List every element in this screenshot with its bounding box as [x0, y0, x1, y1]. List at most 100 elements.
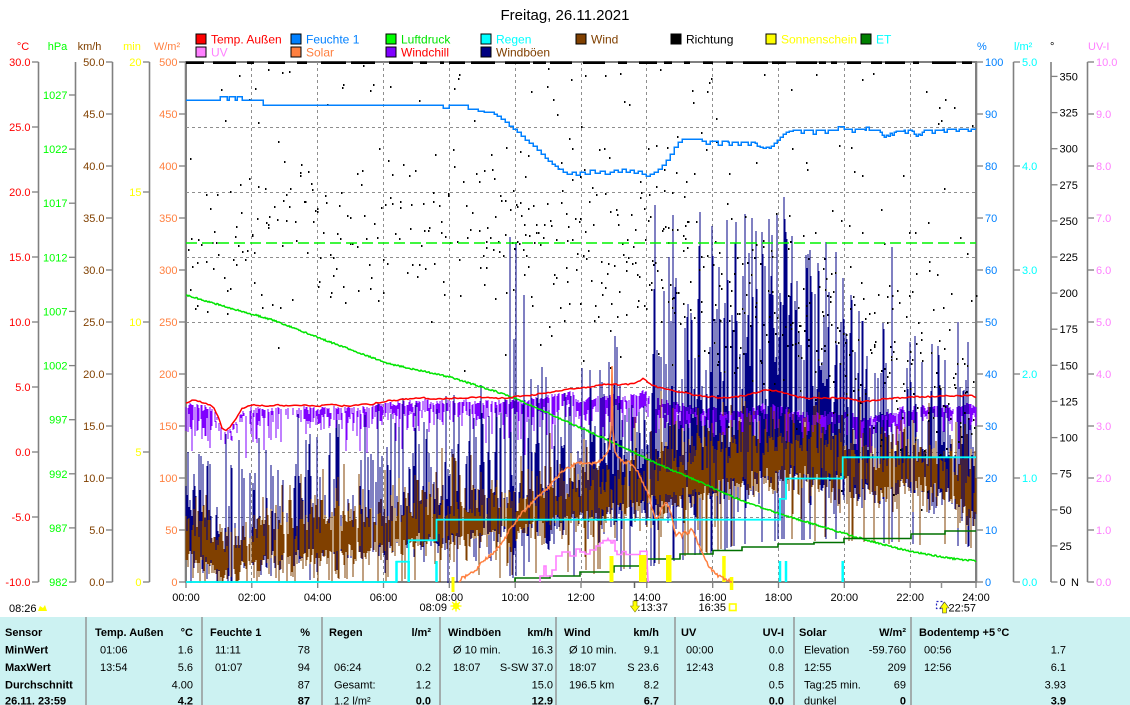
svg-text:1.7: 1.7	[1051, 645, 1066, 657]
svg-text:1.6: 1.6	[178, 645, 193, 657]
svg-text:hPa: hPa	[48, 41, 68, 53]
svg-text:0.0: 0.0	[1096, 577, 1111, 589]
svg-text:Ø 10 min.: Ø 10 min.	[453, 645, 501, 657]
svg-text:W/m²: W/m²	[154, 41, 181, 53]
svg-text:5: 5	[135, 447, 141, 459]
svg-text:200: 200	[159, 369, 177, 381]
svg-text:11:11: 11:11	[215, 645, 241, 657]
svg-text:0.5: 0.5	[769, 680, 784, 692]
svg-text:35.0: 35.0	[83, 213, 104, 225]
svg-text:3.9: 3.9	[1051, 696, 1066, 705]
svg-text:Bodentemp +5: Bodentemp +5	[919, 627, 995, 639]
svg-text:1.0: 1.0	[1022, 473, 1037, 485]
svg-text:22:57: 22:57	[948, 603, 976, 615]
svg-text:992: 992	[49, 469, 67, 481]
svg-text:100: 100	[1060, 433, 1078, 445]
svg-text:4.00: 4.00	[172, 680, 193, 692]
svg-text:25.0: 25.0	[9, 122, 30, 134]
svg-text:50: 50	[165, 525, 177, 537]
svg-text:30.0: 30.0	[83, 265, 104, 277]
svg-text:dunkel: dunkel	[804, 696, 836, 705]
svg-text:Windböen: Windböen	[448, 627, 501, 639]
svg-text:06:24: 06:24	[334, 662, 362, 674]
svg-text:26.11. 23:59: 26.11. 23:59	[5, 696, 66, 705]
svg-text:UV-I: UV-I	[1088, 41, 1109, 53]
svg-text:Gesamt:: Gesamt:	[334, 680, 376, 692]
svg-text:0: 0	[1060, 577, 1066, 589]
svg-text:2.0: 2.0	[1022, 369, 1037, 381]
svg-text:Freitag, 26.11.2021: Freitag, 26.11.2021	[501, 7, 630, 24]
svg-text:20.0: 20.0	[9, 187, 30, 199]
svg-text:1017: 1017	[43, 198, 67, 210]
svg-text:15.0: 15.0	[83, 421, 104, 433]
svg-text:18:07: 18:07	[453, 662, 481, 674]
svg-text:987: 987	[49, 523, 67, 535]
svg-text:3.93: 3.93	[1045, 680, 1066, 692]
svg-text:16.3: 16.3	[532, 645, 553, 657]
svg-text:N: N	[1071, 577, 1079, 589]
svg-text:5.0: 5.0	[1022, 57, 1037, 69]
svg-text:0.0: 0.0	[769, 645, 784, 657]
svg-text:Wind: Wind	[564, 627, 591, 639]
svg-text:ET: ET	[876, 33, 892, 47]
svg-text:1.0: 1.0	[1096, 525, 1111, 537]
svg-text:1012: 1012	[43, 252, 67, 264]
svg-text:78: 78	[298, 645, 310, 657]
svg-text:50.0: 50.0	[83, 57, 104, 69]
svg-text:10: 10	[985, 525, 997, 537]
svg-text:69: 69	[894, 680, 906, 692]
svg-text:5.0: 5.0	[15, 382, 30, 394]
svg-text:%: %	[977, 41, 987, 53]
svg-text:16:35: 16:35	[698, 602, 726, 614]
svg-text:18:07: 18:07	[569, 662, 597, 674]
svg-text:13:54: 13:54	[100, 662, 128, 674]
svg-text:06:00: 06:00	[370, 592, 398, 604]
svg-text:80: 80	[985, 161, 997, 173]
svg-text:5.6: 5.6	[178, 662, 193, 674]
svg-text:10.0: 10.0	[83, 473, 104, 485]
svg-text:4.0: 4.0	[1022, 161, 1037, 173]
svg-text:0: 0	[985, 577, 991, 589]
svg-text:9.0: 9.0	[1096, 109, 1111, 121]
svg-text:0.0: 0.0	[416, 696, 431, 705]
svg-text:02:00: 02:00	[238, 592, 266, 604]
svg-text:km/h: km/h	[78, 41, 102, 53]
svg-text:5.0: 5.0	[1096, 317, 1111, 329]
svg-text:3.0: 3.0	[1096, 421, 1111, 433]
svg-text:0: 0	[900, 696, 906, 705]
svg-text:km/h: km/h	[527, 627, 553, 639]
svg-text:0: 0	[171, 577, 177, 589]
svg-text:30: 30	[985, 421, 997, 433]
svg-text:1002: 1002	[43, 361, 67, 373]
svg-text:350: 350	[1060, 71, 1078, 83]
svg-text:6.0: 6.0	[1096, 265, 1111, 277]
svg-text:Temp. Außen: Temp. Außen	[211, 33, 282, 47]
svg-text:0.0: 0.0	[89, 577, 104, 589]
svg-text:4.0: 4.0	[1096, 369, 1111, 381]
svg-text:3.0: 3.0	[1022, 265, 1037, 277]
svg-text:87: 87	[298, 696, 310, 705]
svg-text:50: 50	[1060, 505, 1072, 517]
svg-text:20:00: 20:00	[831, 592, 859, 604]
svg-text:°: °	[1050, 41, 1054, 53]
svg-text:°C: °C	[17, 41, 29, 53]
svg-text:-10.0: -10.0	[5, 577, 30, 589]
svg-text:125: 125	[1060, 396, 1078, 408]
svg-text:15.0: 15.0	[532, 680, 553, 692]
svg-text:-5.0: -5.0	[12, 512, 31, 524]
svg-text:l/m²: l/m²	[411, 627, 431, 639]
svg-text:Regen: Regen	[329, 627, 363, 639]
svg-text:12:55: 12:55	[804, 662, 832, 674]
svg-text:1027: 1027	[43, 90, 67, 102]
svg-text:30.0: 30.0	[9, 57, 30, 69]
svg-text:08:26: 08:26	[9, 603, 37, 615]
svg-text:12:43: 12:43	[686, 662, 714, 674]
svg-text:982: 982	[49, 577, 67, 589]
svg-text:22:00: 22:00	[896, 592, 924, 604]
svg-text:Feuchte 1: Feuchte 1	[306, 33, 360, 47]
svg-text:Solar: Solar	[306, 46, 334, 60]
svg-text:Wind: Wind	[591, 33, 618, 47]
svg-text:40: 40	[985, 369, 997, 381]
svg-text:Windchill: Windchill	[401, 46, 449, 60]
svg-text:300: 300	[1060, 144, 1078, 156]
